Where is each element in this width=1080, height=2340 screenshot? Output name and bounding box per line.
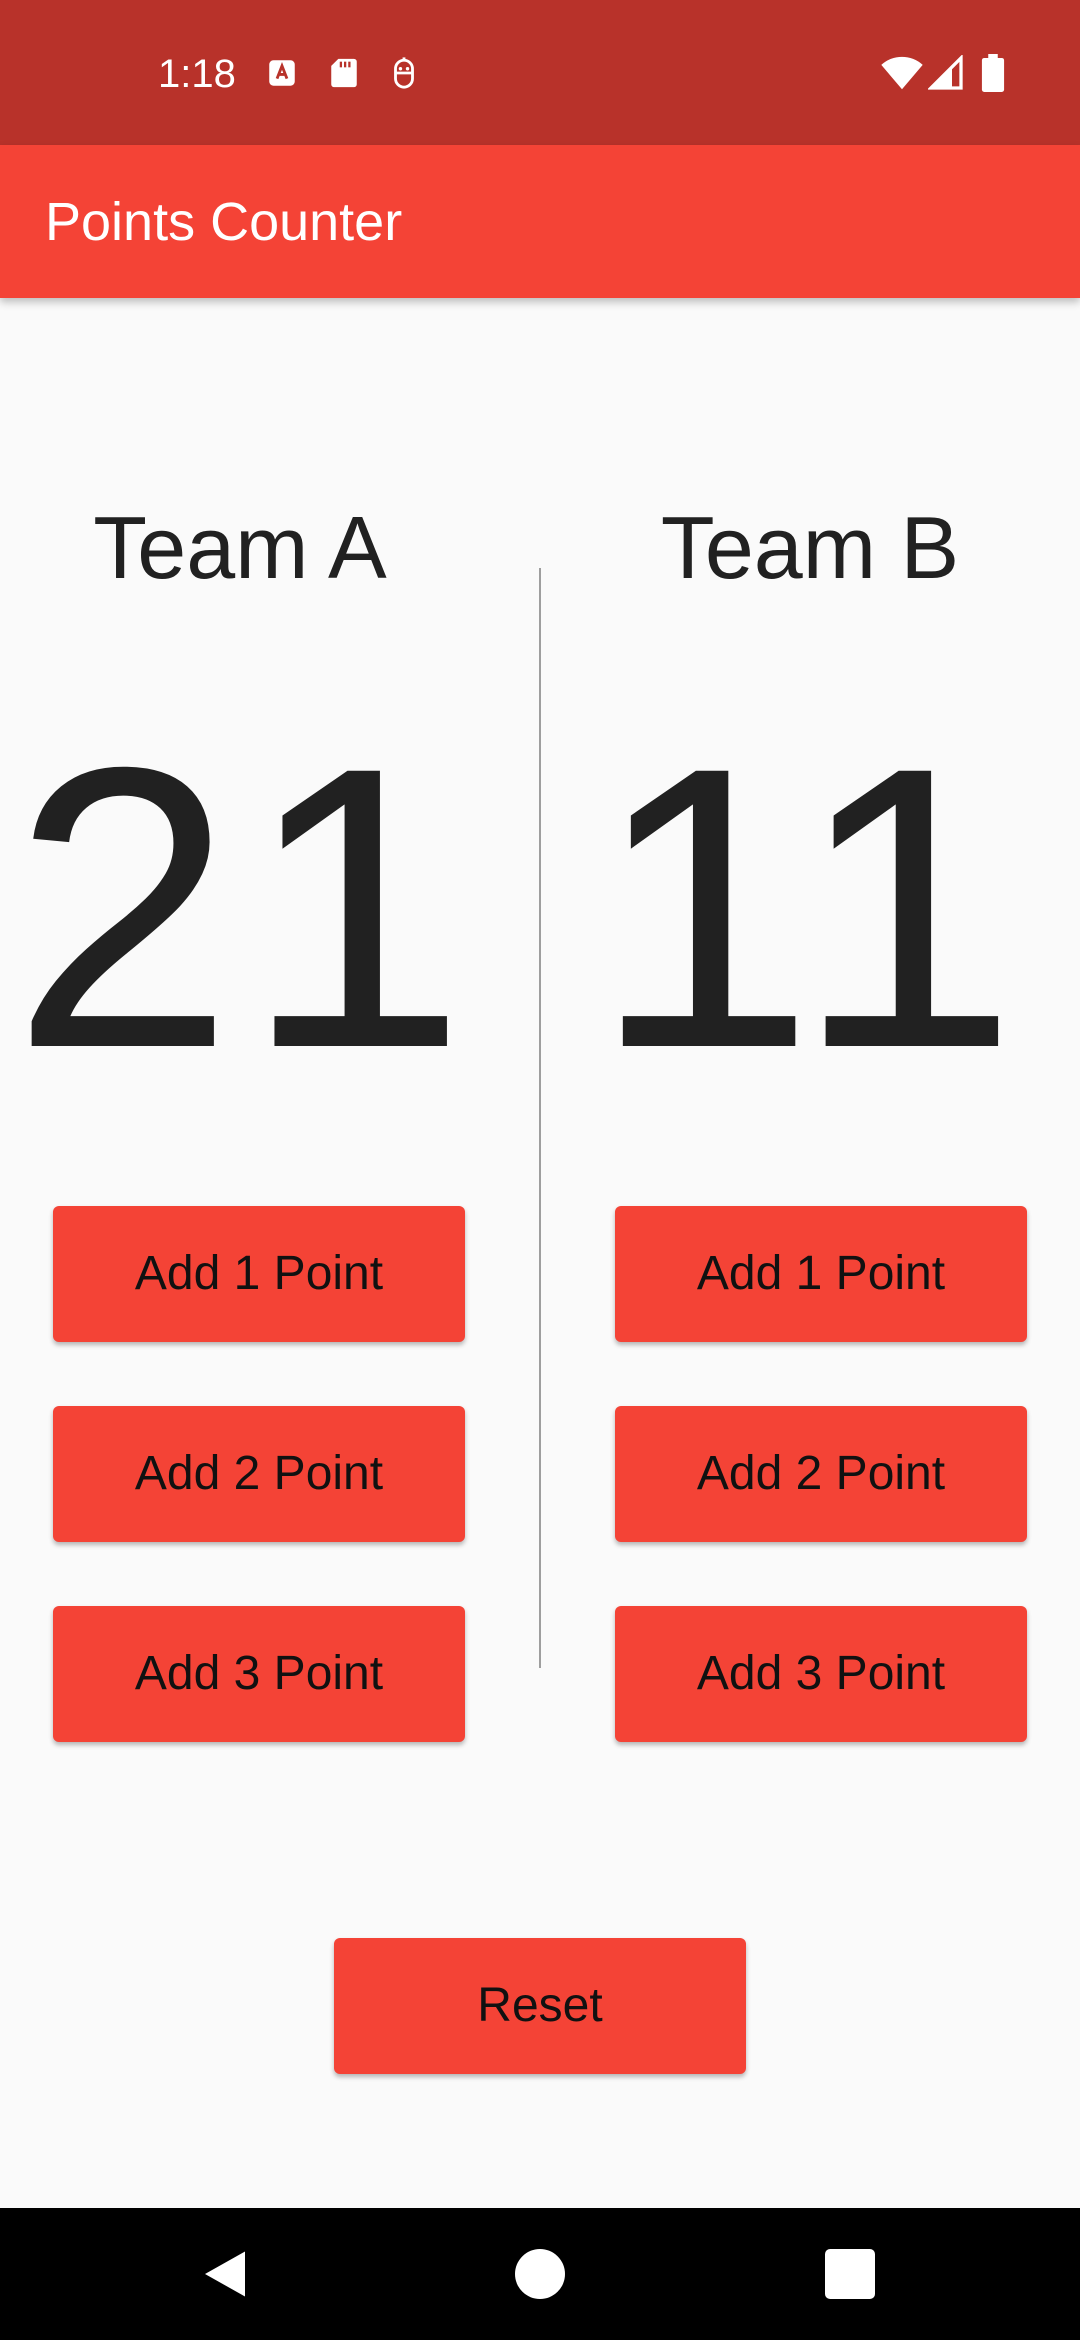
app-bar: Points Counter xyxy=(0,145,1080,298)
app-title: Points Counter xyxy=(45,192,403,252)
team-a-add-3-button[interactable]: Add 3 Point xyxy=(53,1606,465,1742)
team-a-add-2-button[interactable]: Add 2 Point xyxy=(53,1406,465,1542)
sd-card-icon xyxy=(327,56,361,90)
team-b-score: 11 xyxy=(592,684,1028,1131)
team-b-panel: Team B 11 Add 1 Point Add 2 Point Add 3 … xyxy=(540,298,1080,1748)
team-a-score: 21 xyxy=(11,684,477,1131)
back-icon[interactable] xyxy=(195,2244,255,2304)
navigation-bar xyxy=(0,2208,1080,2340)
autofill-icon xyxy=(265,56,299,90)
battery-icon xyxy=(980,54,1006,92)
reset-button[interactable]: Reset xyxy=(334,1938,746,2074)
team-b-name: Team B xyxy=(660,498,960,597)
robot-face-icon xyxy=(387,56,421,90)
points-counter-screen: 1:18 Points Counter Team A 21 Add 1 Poin… xyxy=(0,0,1080,2340)
team-a-panel: Team A 21 Add 1 Point Add 2 Point Add 3 … xyxy=(0,298,540,1748)
status-bar: 1:18 xyxy=(0,0,1080,145)
team-b-add-3-button[interactable]: Add 3 Point xyxy=(615,1606,1027,1742)
team-b-add-1-button[interactable]: Add 1 Point xyxy=(615,1206,1027,1342)
wifi-icon xyxy=(880,55,924,91)
team-a-name: Team A xyxy=(93,498,387,597)
home-icon[interactable] xyxy=(510,2244,570,2304)
team-b-add-2-button[interactable]: Add 2 Point xyxy=(615,1406,1027,1542)
cell-signal-icon xyxy=(928,55,964,91)
recents-icon[interactable] xyxy=(820,2244,880,2304)
status-time: 1:18 xyxy=(158,52,236,96)
team-a-add-1-button[interactable]: Add 1 Point xyxy=(53,1206,465,1342)
